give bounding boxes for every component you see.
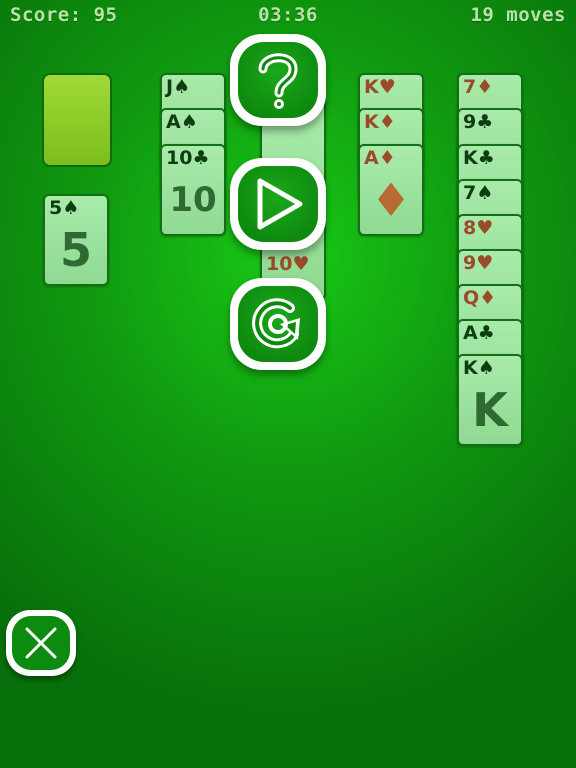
card-rank: 10♥ xyxy=(266,253,310,275)
card-rank: K♦ xyxy=(364,111,396,133)
close-icon xyxy=(25,627,57,659)
moves-label: 19 moves xyxy=(470,4,566,26)
tableau-card[interactable]: A♦ ♦ xyxy=(358,144,424,236)
card-art: K xyxy=(472,383,508,437)
stock-slot[interactable] xyxy=(42,73,112,167)
card-rank: K♥ xyxy=(364,76,396,98)
card-rank: 7♠ xyxy=(463,182,494,204)
waste-card[interactable]: 5♠ 5 xyxy=(43,194,109,286)
card-rank: A♣ xyxy=(463,322,495,344)
play-button[interactable] xyxy=(230,158,326,250)
card-rank: 9♥ xyxy=(463,252,494,274)
play-icon xyxy=(257,178,303,230)
tableau-card[interactable]: K♠ K xyxy=(457,354,523,446)
card-rank: A♠ xyxy=(166,111,198,133)
card-rank: 10♣ xyxy=(166,147,210,169)
card-rank: 5♠ xyxy=(49,197,80,219)
card-art: 10 xyxy=(169,180,217,220)
card-rank: K♣ xyxy=(463,147,495,169)
help-button[interactable] xyxy=(230,34,326,126)
card-art: 5 xyxy=(59,223,92,277)
card-rank: 9♣ xyxy=(463,111,494,133)
tableau-card[interactable]: 10♣ 10 xyxy=(160,144,226,236)
restart-button[interactable] xyxy=(230,278,326,370)
card-rank: 8♥ xyxy=(463,217,494,239)
card-rank: Q♦ xyxy=(463,287,497,309)
question-mark-icon xyxy=(258,53,298,109)
card-rank: K♠ xyxy=(463,357,495,379)
card-rank: J♠ xyxy=(166,76,191,98)
restart-icon xyxy=(252,298,300,349)
close-button[interactable] xyxy=(6,610,76,676)
card-rank: 7♦ xyxy=(463,76,494,98)
card-art: ♦ xyxy=(370,173,412,227)
card-rank: A♦ xyxy=(364,147,396,169)
